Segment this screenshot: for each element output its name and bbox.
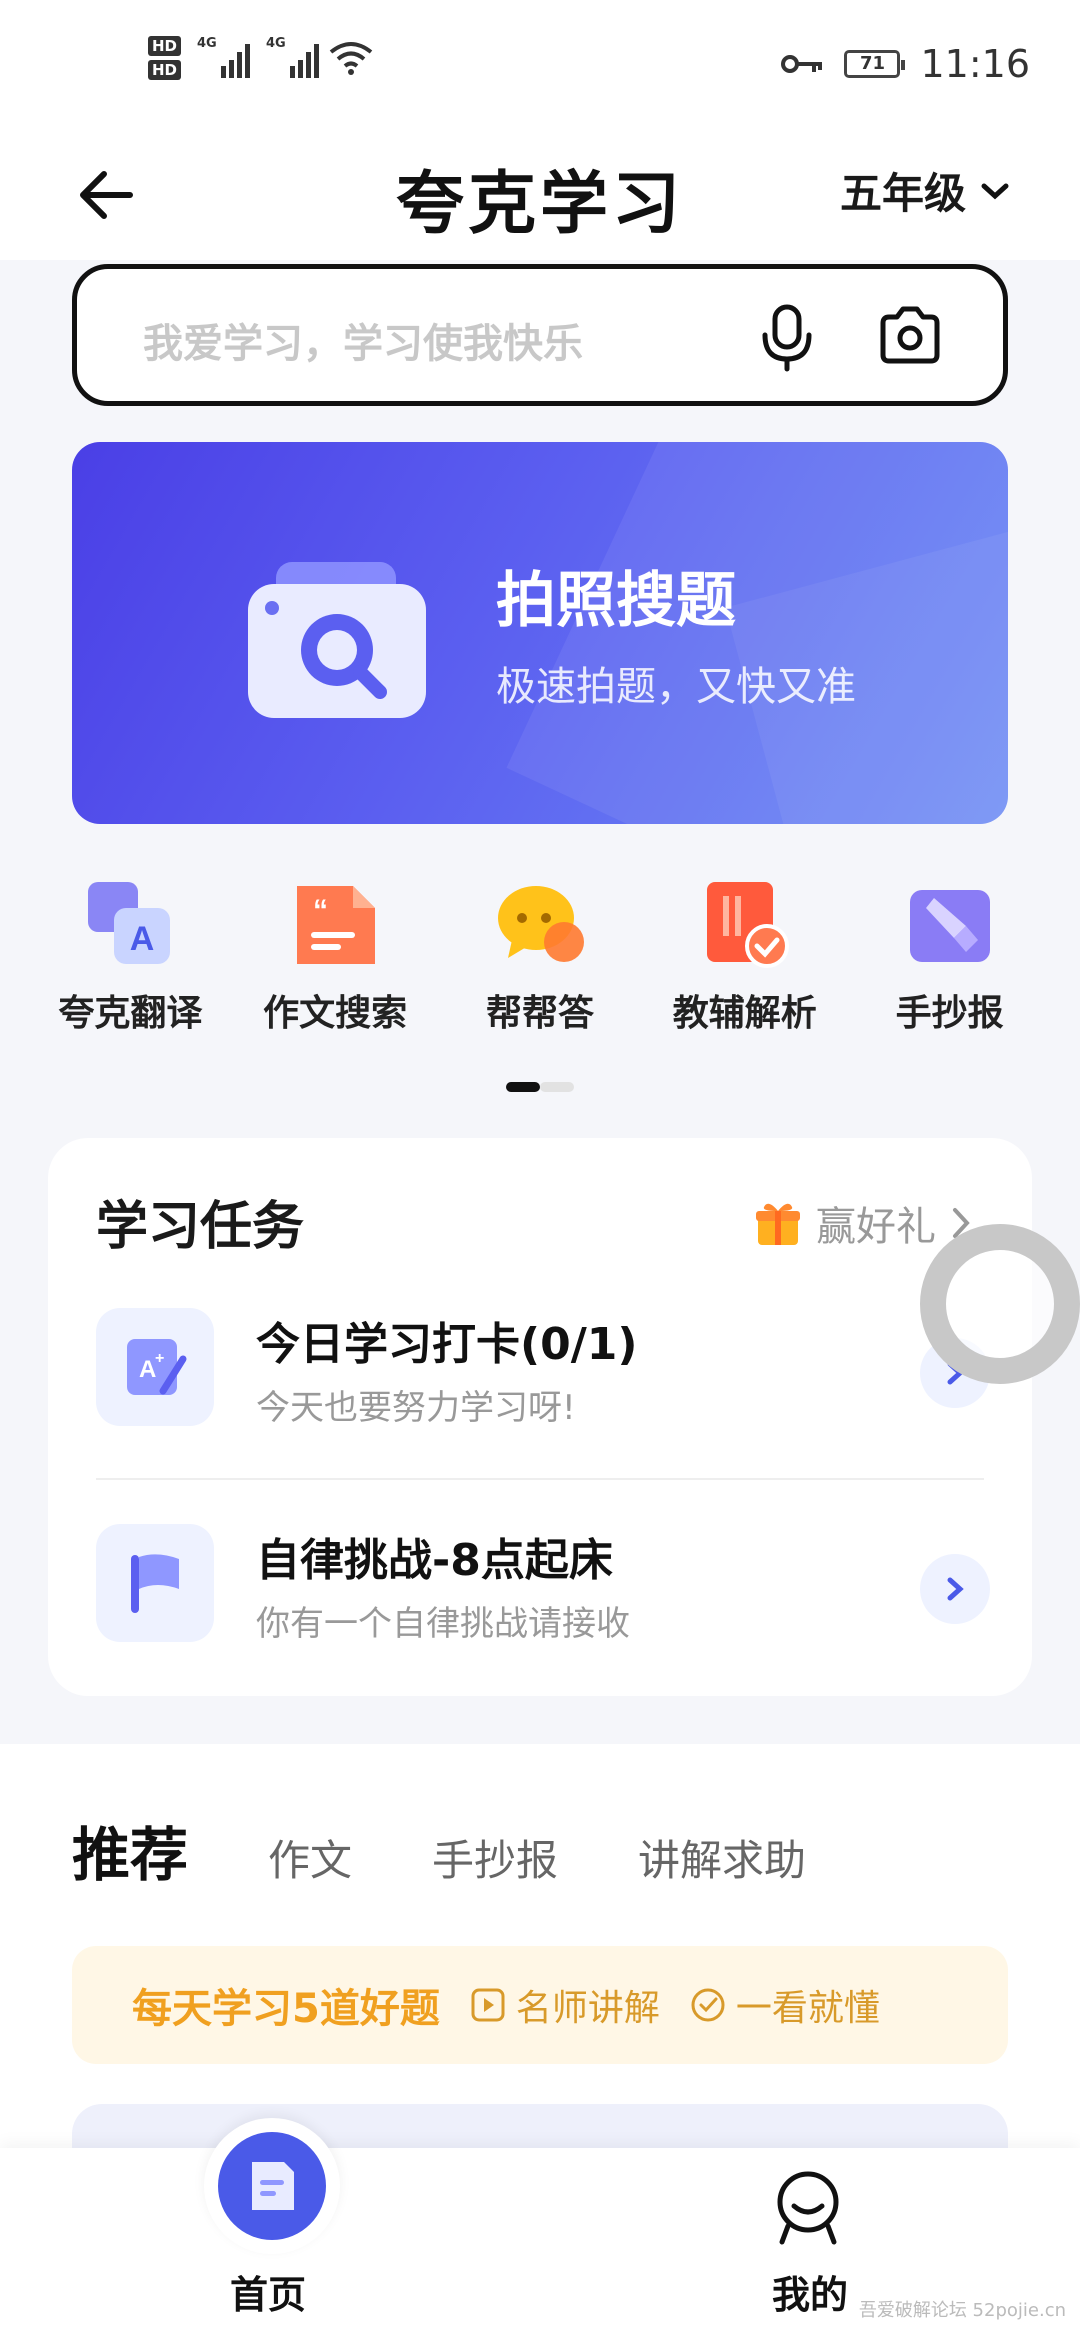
signal-icon-1: 4G <box>197 36 251 78</box>
tool-essay-search[interactable]: “ 作文搜索 <box>245 878 425 1036</box>
reward-label: 赢好礼 <box>816 1204 936 1250</box>
banner-title: 拍照搜题 <box>496 566 736 636</box>
reward-link[interactable]: 赢好礼 <box>754 1194 972 1252</box>
tool-label: 手抄报 <box>895 993 1004 1034</box>
tool-label: 教辅解析 <box>672 993 817 1034</box>
task-icon: A + <box>96 1308 214 1426</box>
grade-label: 五年级 <box>839 169 966 218</box>
tasks-title: 学习任务 <box>96 1197 305 1257</box>
chevron-down-icon <box>981 183 1009 199</box>
daily-questions-banner[interactable]: 每天学习5道好题 名师讲解 一看就懂 <box>72 1946 1008 2064</box>
tool-textbook-analysis[interactable]: 教辅解析 <box>655 878 835 1036</box>
tab-poster[interactable]: 手抄报 <box>432 1827 558 1888</box>
photo-search-banner[interactable]: 拍照搜题 极速拍题，又快又准 <box>72 442 1008 824</box>
wifi-icon <box>329 42 373 75</box>
flag-icon <box>131 1554 179 1613</box>
task-title: 自律挑战-8点起床 <box>256 1535 613 1586</box>
tool-handwritten-poster[interactable]: 手抄报 <box>860 878 1040 1036</box>
svg-text:A: A <box>139 1356 156 1383</box>
page-indicator <box>506 1082 574 1092</box>
translate-icon: A <box>88 882 171 964</box>
task-subtitle: 今天也要努力学习呀! <box>256 1388 576 1428</box>
essay-icon: “ <box>297 886 376 964</box>
floating-assist-button[interactable] <box>920 1224 1080 1384</box>
watermark: 吾爱破解论坛 52pojie.cn <box>858 2300 1066 2321</box>
hd-badge-1: HD <box>148 36 182 56</box>
battery-icon: 71 <box>844 50 906 78</box>
gift-icon <box>756 1203 800 1245</box>
profile-icon[interactable] <box>772 2168 844 2248</box>
daily-tag-label: 名师讲解 <box>515 1988 660 2029</box>
task-row[interactable]: A + 今日学习打卡(0/1) 今天也要努力学习呀! <box>96 1308 990 1438</box>
nav-home-label[interactable]: 首页 <box>230 2264 306 2319</box>
signal-icon-2: 4G <box>266 36 320 78</box>
divider <box>96 1478 984 1480</box>
tab-recommend[interactable]: 推荐 <box>72 1808 188 1892</box>
banner-subtitle: 极速拍题，又快又准 <box>496 664 856 710</box>
svg-text:A: A <box>130 920 155 958</box>
svg-text:+: + <box>155 1350 164 1367</box>
photo-search-camera-icon <box>248 562 426 718</box>
tab-essay[interactable]: 作文 <box>268 1827 352 1888</box>
home-document-icon <box>252 2162 294 2210</box>
hd-badge-2: HD <box>148 60 182 80</box>
camera-icon[interactable] <box>877 305 943 367</box>
search-placeholder[interactable]: 我爱学习，学习使我快乐 <box>143 311 583 369</box>
chat-bubble-icon <box>497 886 584 962</box>
task-title: 今日学习打卡(0/1) <box>256 1319 638 1370</box>
tool-label: 作文搜索 <box>263 993 408 1034</box>
status-bar-right: 71 11:16 <box>780 42 1030 86</box>
grade-selector[interactable]: 五年级 <box>840 160 1010 221</box>
task-subtitle: 你有一个自律挑战请接收 <box>256 1604 630 1644</box>
svg-text:“: “ <box>313 894 328 927</box>
task-icon <box>96 1524 214 1642</box>
daily-tag: 一看就懂 <box>690 1979 880 2031</box>
key-icon <box>781 55 823 73</box>
tab-help[interactable]: 讲解求助 <box>638 1827 806 1888</box>
task-row[interactable]: 自律挑战-8点起床 你有一个自律挑战请接收 <box>96 1524 990 1654</box>
clock: 11:16 <box>920 42 1030 86</box>
quick-tools: A 夸克翻译 “ 作文搜索 帮帮答 教辅解析 手抄报 <box>0 878 1080 1036</box>
recommend-tabs: 推荐 作文 手抄报 讲解求助 <box>72 1808 806 1892</box>
microphone-icon[interactable] <box>757 303 817 373</box>
tool-label: 帮帮答 <box>485 993 594 1034</box>
hd-indicators: HD HD <box>148 36 182 80</box>
daily-title: 每天学习5道好题 <box>132 1986 440 2032</box>
daily-tag-label: 一看就懂 <box>735 1988 880 2029</box>
task-go-button[interactable] <box>920 1554 990 1624</box>
video-play-icon <box>471 1988 505 2022</box>
page-dot-active <box>506 1082 540 1092</box>
daily-tag: 名师讲解 <box>470 1979 660 2031</box>
tool-label: 夸克翻译 <box>58 993 203 1034</box>
nav-me-label[interactable]: 我的 <box>772 2264 848 2319</box>
checkin-icon: A + <box>127 1339 187 1395</box>
check-circle-icon <box>691 1988 725 2022</box>
chevron-right-icon <box>947 1577 964 1601</box>
status-bar-left: HD HD 4G 4G <box>148 36 373 80</box>
book-check-icon <box>706 882 789 968</box>
tool-help-answer[interactable]: 帮帮答 <box>450 878 630 1036</box>
tool-translate[interactable]: A 夸克翻译 <box>40 878 220 1036</box>
brush-icon <box>909 890 990 962</box>
search-bar[interactable]: 我爱学习，学习使我快乐 <box>72 264 1008 406</box>
learning-tasks-card: 学习任务 赢好礼 A + 今日学习打卡(0/1) 今天也要努力学习呀! 自律挑战… <box>48 1138 1032 1696</box>
page-dot <box>540 1082 574 1092</box>
nav-home-button[interactable] <box>218 2132 326 2240</box>
